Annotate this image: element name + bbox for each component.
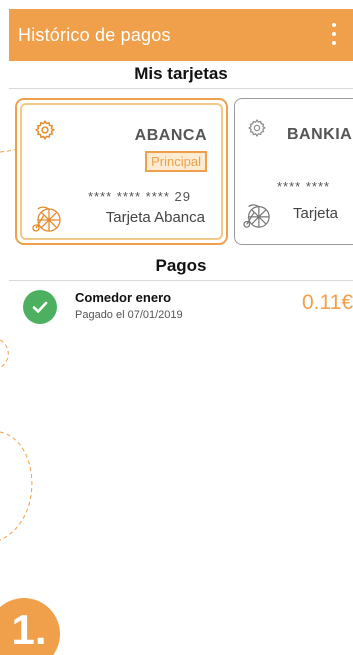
divider xyxy=(9,88,353,89)
payment-row[interactable]: Comedor enero Pagado el 07/01/2019 0.11€ xyxy=(9,284,353,330)
gear-icon[interactable] xyxy=(34,119,56,141)
card-name: Tarjeta xyxy=(293,205,339,222)
penny-farthing-icon xyxy=(243,204,270,228)
card-number: **** **** xyxy=(277,179,331,194)
more-vert-icon[interactable] xyxy=(331,23,337,45)
card-bankia[interactable]: BANKIA **** **** Tarjeta xyxy=(234,98,353,245)
payment-amount: 0.11€ xyxy=(302,291,353,314)
step-number-badge: 1. xyxy=(0,598,60,655)
divider xyxy=(9,280,353,281)
payment-title: Comedor enero xyxy=(75,290,172,305)
app-title: Histórico de pagos xyxy=(18,24,171,45)
payments-section-title: Pagos xyxy=(155,256,207,275)
card-number: **** **** **** 29 xyxy=(87,189,191,204)
card-name: Tarjeta Abanca xyxy=(105,209,205,226)
card-bank-name: ABANCA xyxy=(134,127,207,144)
cards-section-title: Mis tarjetas xyxy=(134,64,228,83)
gear-icon[interactable] xyxy=(247,118,267,138)
penny-farthing-icon xyxy=(32,206,61,232)
card-bank-name: BANKIA xyxy=(287,126,353,143)
app-bar: Histórico de pagos xyxy=(9,9,353,61)
check-circle-icon xyxy=(23,290,57,324)
principal-badge: Principal xyxy=(145,151,207,172)
cards-carousel[interactable]: ABANCA Principal **** **** **** 29 Tarje… xyxy=(9,98,353,246)
card-abanca[interactable]: ABANCA Principal **** **** **** 29 Tarje… xyxy=(15,98,228,245)
payment-subtitle: Pagado el 07/01/2019 xyxy=(75,309,183,321)
